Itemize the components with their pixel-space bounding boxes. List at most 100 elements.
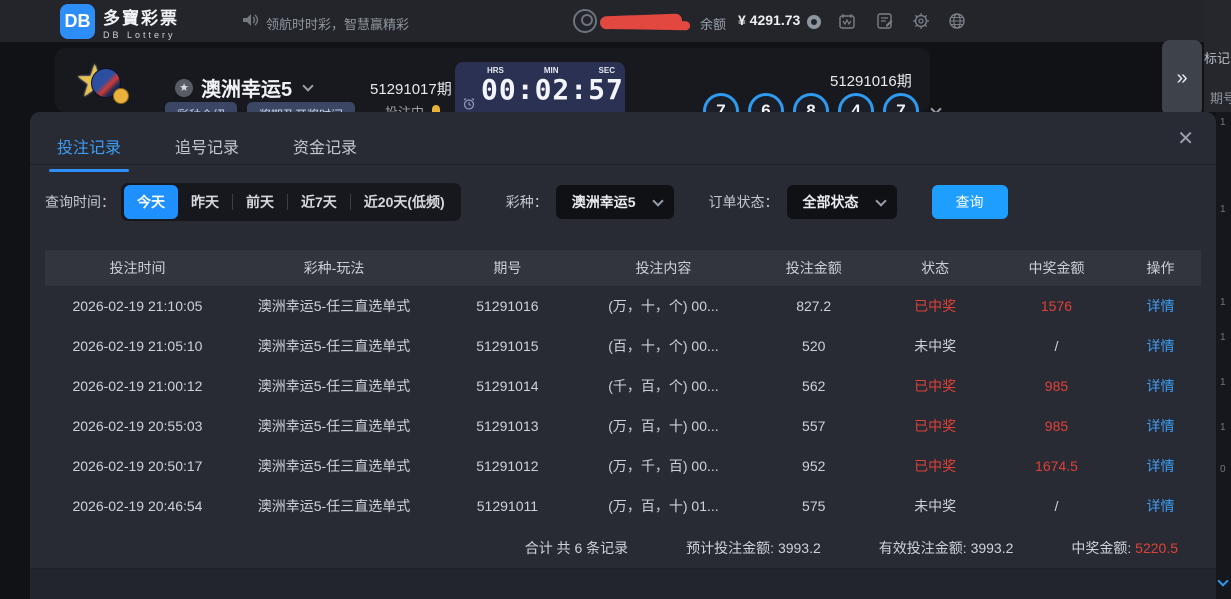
table-cell: 51291016 xyxy=(438,298,577,314)
expected-amount: 预计投注金额: 3993.2 xyxy=(686,538,821,558)
table-cell: 51291014 xyxy=(438,378,577,394)
lottery-filter-label: 彩种： xyxy=(506,192,548,212)
speaker-icon xyxy=(243,13,259,27)
modal-bottom-area xyxy=(30,569,1216,599)
column-header: 彩种-玩法 xyxy=(230,258,438,278)
bet-records-modal: 投注记录追号记录资金记录 ✕ 查询时间： 今天昨天前天近7天近20天(低频) 彩… xyxy=(30,112,1216,599)
lottery-select[interactable]: 澳洲幸运5 xyxy=(556,185,674,219)
table-cell: 已中奖 xyxy=(877,376,993,396)
table-row: 2026-02-19 21:10:05澳洲幸运5-任三直选单式51291016(… xyxy=(45,286,1201,326)
table-body: 2026-02-19 21:10:05澳洲幸运5-任三直选单式51291016(… xyxy=(45,286,1201,526)
checkin-icon[interactable] xyxy=(838,12,856,30)
time-filter-group: 今天昨天前天近7天近20天(低频) xyxy=(121,183,461,221)
eye-icon[interactable] xyxy=(806,14,822,30)
table-row: 2026-02-19 21:05:10澳洲幸运5-任三直选单式51291015(… xyxy=(45,326,1201,366)
time-filter-label: 查询时间： xyxy=(45,192,115,212)
column-header: 状态 xyxy=(877,258,993,278)
time-option[interactable]: 今天 xyxy=(124,185,178,219)
column-header: 期号 xyxy=(438,258,577,278)
total-records: 合计 共 6 条记录 xyxy=(525,538,628,558)
table-cell: (万，百，十) 01... xyxy=(577,496,750,516)
table-row: 2026-02-19 20:46:54澳洲幸运5-任三直选单式51291011(… xyxy=(45,486,1201,526)
query-button[interactable]: 查询 xyxy=(932,185,1008,219)
record-note-icon[interactable] xyxy=(876,12,894,30)
table-cell: / xyxy=(993,338,1120,354)
time-option[interactable]: 近7天 xyxy=(288,185,350,219)
table-cell: 已中奖 xyxy=(877,456,993,476)
table-cell: / xyxy=(993,498,1120,514)
avatar[interactable] xyxy=(573,9,597,33)
status-filter-label: 订单状态： xyxy=(709,192,779,212)
lottery-name[interactable]: ★ 澳洲幸运5 xyxy=(175,73,312,102)
balance-value: ¥ 4291.73 xyxy=(738,12,800,28)
filter-bar: 查询时间： 今天昨天前天近7天近20天(低频) 彩种： 澳洲幸运5 订单状态： … xyxy=(30,182,1216,222)
table-cell: 未中奖 xyxy=(877,496,993,516)
prize-amount: 中奖金额: 5220.5 xyxy=(1071,538,1178,558)
table-cell: 575 xyxy=(750,498,877,514)
table-cell: (万，百，十) 00... xyxy=(577,416,750,436)
last-issue: 51291016期 xyxy=(830,70,912,91)
globe-icon[interactable] xyxy=(948,12,966,30)
table-cell: 2026-02-19 21:05:10 xyxy=(45,338,230,354)
detail-link[interactable]: 详情 xyxy=(1120,376,1201,396)
table-cell: 51291012 xyxy=(438,458,577,474)
table-cell: 51291013 xyxy=(438,418,577,434)
recent-draws-clipped-strip: 1111110 xyxy=(1216,112,1231,599)
table-cell: 557 xyxy=(750,418,877,434)
table-cell: 澳洲幸运5-任三直选单式 xyxy=(230,496,438,516)
time-option[interactable]: 昨天 xyxy=(178,185,232,219)
table-cell: 2026-02-19 21:10:05 xyxy=(45,298,230,314)
table-cell: (万，十，个) 00... xyxy=(577,296,750,316)
table-cell: 澳洲幸运5-任三直选单式 xyxy=(230,296,438,316)
table-cell: 2026-02-19 20:50:17 xyxy=(45,458,230,474)
detail-link[interactable]: 详情 xyxy=(1120,336,1201,356)
panel-collapse-button[interactable]: » xyxy=(1162,40,1202,116)
balance-label: 余额 xyxy=(700,14,726,33)
chevron-down-icon xyxy=(875,195,886,206)
table-cell: 985 xyxy=(993,418,1120,434)
table-cell: 562 xyxy=(750,378,877,394)
detail-link[interactable]: 详情 xyxy=(1120,496,1201,516)
current-issue: 51291017期 xyxy=(370,78,452,99)
table-cell: 827.2 xyxy=(750,298,877,314)
detail-link[interactable]: 详情 xyxy=(1120,456,1201,476)
table-cell: 澳洲幸运5-任三直选单式 xyxy=(230,456,438,476)
mark-number-label[interactable]: 标记号 xyxy=(1204,48,1231,67)
column-header: 投注金额 xyxy=(750,258,877,278)
star-badge-icon: ★ xyxy=(175,79,193,97)
table-cell: 澳洲幸运5-任三直选单式 xyxy=(230,416,438,436)
settings-gear-icon[interactable] xyxy=(912,12,930,30)
close-icon[interactable]: ✕ xyxy=(1177,126,1194,151)
column-header: 投注时间 xyxy=(45,258,230,278)
table-cell: 2026-02-19 20:46:54 xyxy=(45,498,230,514)
lottery-banner: ★ ★ 澳洲幸运5 彩种介绍 奖期及开奖时间 51291017期 投注中 HRS… xyxy=(55,48,930,112)
table-cell: 已中奖 xyxy=(877,416,993,436)
table-row: 2026-02-19 20:55:03澳洲幸运5-任三直选单式51291013(… xyxy=(45,406,1201,446)
table-cell: 澳洲幸运5-任三直选单式 xyxy=(230,376,438,396)
time-option[interactable]: 近20天(低频) xyxy=(351,185,458,219)
countdown-value: 00:02:57 xyxy=(481,75,615,105)
table-cell: (千，百，个) 00... xyxy=(577,376,750,396)
lottery-ball-icon: ★ xyxy=(75,56,131,108)
chevron-down-icon xyxy=(652,195,663,206)
top-header: DB 多寶彩票 DB Lottery 领航时时彩，智慧赢精彩 余额 ¥ 4291… xyxy=(0,0,1231,42)
table-row: 2026-02-19 20:50:17澳洲幸运5-任三直选单式51291012(… xyxy=(45,446,1201,486)
order-status-select[interactable]: 全部状态 xyxy=(787,185,897,219)
valid-amount: 有效投注金额: 3993.2 xyxy=(879,538,1014,558)
time-option[interactable]: 前天 xyxy=(233,185,287,219)
chevron-down-icon xyxy=(302,80,313,91)
app-logo[interactable]: DB xyxy=(60,4,95,39)
detail-link[interactable]: 详情 xyxy=(1120,296,1201,316)
column-header: 投注内容 xyxy=(577,258,750,278)
summary-row: 合计 共 6 条记录 预计投注金额: 3993.2 有效投注金额: 3993.2… xyxy=(30,530,1216,566)
table-cell: 952 xyxy=(750,458,877,474)
detail-link[interactable]: 详情 xyxy=(1120,416,1201,436)
table-cell: (百，十，个) 00... xyxy=(577,336,750,356)
username-redaction xyxy=(600,14,682,30)
table-cell: 2026-02-19 20:55:03 xyxy=(45,418,230,434)
alarm-clock-icon xyxy=(463,98,475,110)
table-cell: 51291015 xyxy=(438,338,577,354)
table-header: 投注时间彩种-玩法期号投注内容投注金额状态中奖金额操作 xyxy=(45,250,1201,286)
issue-number-label[interactable]: 期号 xyxy=(1210,88,1231,107)
table-cell: 澳洲幸运5-任三直选单式 xyxy=(230,336,438,356)
